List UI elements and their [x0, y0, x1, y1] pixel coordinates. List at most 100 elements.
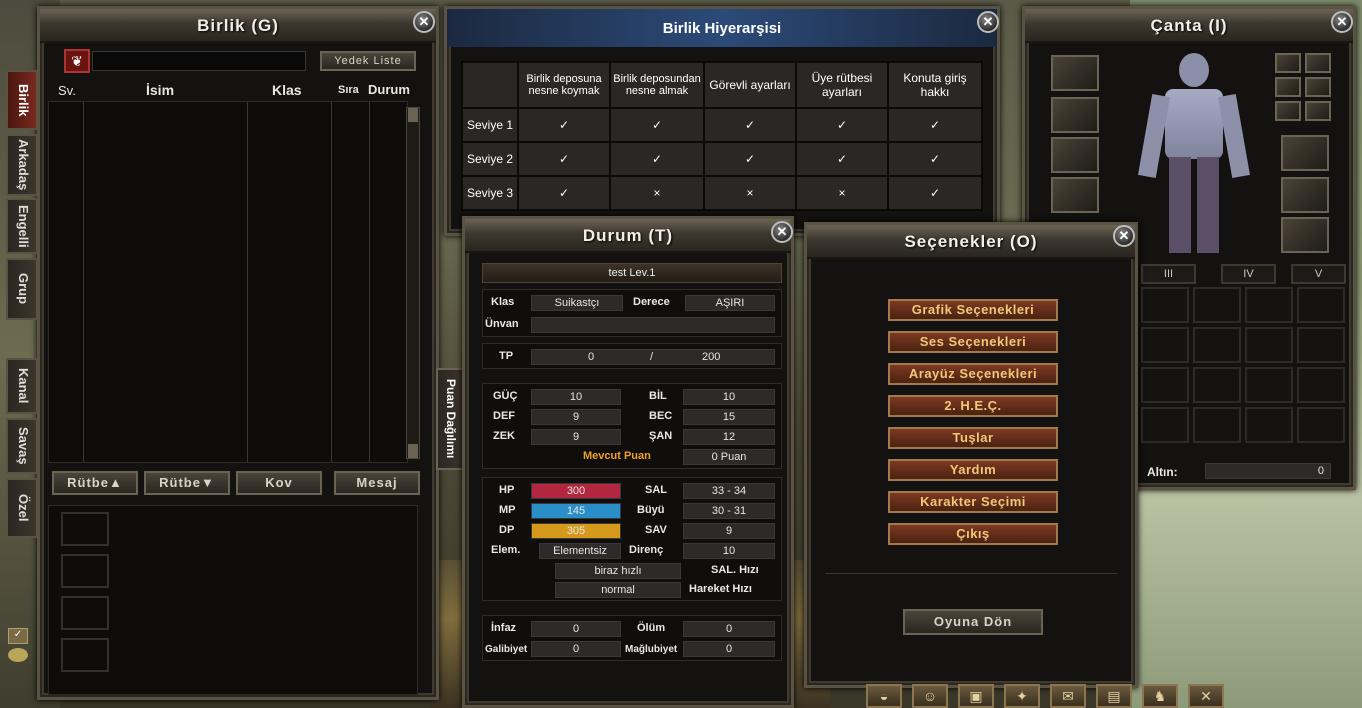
inventory-cell[interactable]: [1141, 367, 1189, 403]
inventory-tab-4[interactable]: IV: [1221, 264, 1276, 284]
inventory-cell[interactable]: [1245, 367, 1293, 403]
options-icon[interactable]: ✕: [1188, 684, 1224, 708]
inventory-cell[interactable]: [1193, 287, 1241, 323]
help-button[interactable]: Yardım: [888, 459, 1058, 481]
inventory-cell[interactable]: [1141, 287, 1189, 323]
member-list-scrollbar[interactable]: [406, 107, 420, 459]
permission-cell[interactable]: ✓: [887, 107, 983, 143]
return-to-game-button[interactable]: Oyuna Dön: [903, 609, 1043, 635]
permission-cell[interactable]: ✓: [887, 175, 983, 211]
options-window: Seçenekler (O) ✕ Grafik Seçenekleri Ses …: [804, 222, 1138, 688]
tab-kanal[interactable]: Kanal: [6, 358, 38, 414]
birlik-close-button[interactable]: ✕: [413, 11, 435, 33]
inventory-cell[interactable]: [1141, 327, 1189, 363]
message-button[interactable]: Mesaj: [334, 471, 420, 495]
exit-button[interactable]: Çıkış: [888, 523, 1058, 545]
keys-button[interactable]: Tuşlar: [888, 427, 1058, 449]
coin-icon[interactable]: [8, 648, 28, 662]
skills-icon[interactable]: ✦: [1004, 684, 1040, 708]
inventory-cell[interactable]: [1193, 327, 1241, 363]
inventory-cell[interactable]: [1245, 407, 1293, 443]
class-label: Klas: [491, 296, 515, 308]
inventory-title: Çanta (I): [1025, 9, 1353, 43]
inventory-close-button[interactable]: ✕: [1331, 11, 1353, 33]
permission-cell[interactable]: ✓: [703, 141, 797, 177]
inventory-cell[interactable]: [1193, 407, 1241, 443]
gloves-slot[interactable]: [1051, 177, 1099, 213]
helmet-slot[interactable]: [1051, 55, 1099, 91]
permission-cell[interactable]: ✓: [517, 141, 611, 177]
quest-icon[interactable]: ✉: [1050, 684, 1086, 708]
necklace-slot[interactable]: [1275, 77, 1301, 97]
permission-cell[interactable]: ×: [609, 175, 705, 211]
shield-slot[interactable]: [1281, 177, 1329, 213]
kills-label: İnfaz: [491, 622, 517, 634]
permission-cell[interactable]: ✓: [887, 141, 983, 177]
permission-cell[interactable]: ×: [703, 175, 797, 211]
permission-cell[interactable]: ✓: [609, 141, 705, 177]
hierarchy-header: Konuta giriş hakkı: [887, 61, 983, 109]
tab-arkadas[interactable]: Arkadaş: [6, 134, 38, 196]
checkmark-icon[interactable]: ✓: [8, 628, 28, 644]
interface-options-button[interactable]: Arayüz Seçenekleri: [888, 363, 1058, 385]
kick-button[interactable]: Kov: [236, 471, 322, 495]
inventory-cell[interactable]: [1297, 327, 1345, 363]
tab-savas[interactable]: Savaş: [6, 418, 38, 474]
hierarchy-close-button[interactable]: ✕: [977, 11, 999, 33]
inventory-cell[interactable]: [1245, 327, 1293, 363]
guild-emblem-icon[interactable]: ❦: [64, 49, 90, 73]
tab-birlik[interactable]: Birlik: [6, 70, 38, 130]
rank-down-button[interactable]: Rütbe▼: [144, 471, 230, 495]
status-window: Durum (T) ✕ test Lev.1 Klas Suikastçı De…: [462, 216, 794, 708]
status-close-button[interactable]: ✕: [771, 221, 793, 243]
character-select-button[interactable]: Karakter Seçimi: [888, 491, 1058, 513]
sound-options-button[interactable]: Ses Seçenekleri: [888, 331, 1058, 353]
options-close-button[interactable]: ✕: [1113, 225, 1135, 247]
detail-slot[interactable]: [61, 554, 109, 588]
scroll-down-arrow[interactable]: [408, 444, 418, 458]
shoulder-slot[interactable]: [1051, 97, 1099, 133]
scroll-up-arrow[interactable]: [408, 108, 418, 122]
permission-cell[interactable]: ✓: [609, 107, 705, 143]
graphics-options-button[interactable]: Grafik Seçenekleri: [888, 299, 1058, 321]
tab-ozel[interactable]: Özel: [6, 478, 38, 538]
hat-icon[interactable]: ◒: [866, 684, 902, 708]
inventory-cell[interactable]: [1141, 407, 1189, 443]
necklace-slot[interactable]: [1305, 77, 1331, 97]
earring-slot[interactable]: [1305, 53, 1331, 73]
inventory-cell[interactable]: [1297, 407, 1345, 443]
weapon-slot[interactable]: [1281, 135, 1329, 171]
permission-cell[interactable]: ✓: [703, 107, 797, 143]
chest-slot[interactable]: [1051, 137, 1099, 173]
permission-cell[interactable]: ✓: [517, 107, 611, 143]
inventory-cell[interactable]: [1297, 287, 1345, 323]
bag-icon[interactable]: ▣: [958, 684, 994, 708]
member-list[interactable]: [48, 101, 408, 463]
second-hec-button[interactable]: 2. H.E.Ç.: [888, 395, 1058, 417]
tab-grup[interactable]: Grup: [6, 258, 38, 320]
earring-slot[interactable]: [1275, 53, 1301, 73]
cape-slot[interactable]: [1281, 217, 1329, 253]
inventory-cell[interactable]: [1245, 287, 1293, 323]
permission-cell[interactable]: ×: [795, 175, 889, 211]
tab-engelli[interactable]: Engelli: [6, 198, 38, 254]
rank-up-button[interactable]: Rütbe▲: [52, 471, 138, 495]
hierarchy-row: Seviye 3 ✓ × × × ✓: [461, 175, 983, 211]
book-icon[interactable]: ▤: [1096, 684, 1132, 708]
ring-slot[interactable]: [1305, 101, 1331, 121]
reserve-list-button[interactable]: Yedek Liste: [320, 51, 416, 71]
permission-cell[interactable]: ✓: [795, 141, 889, 177]
inventory-cell[interactable]: [1297, 367, 1345, 403]
inventory-tab-5[interactable]: V: [1291, 264, 1346, 284]
guild-icon[interactable]: ♞: [1142, 684, 1178, 708]
hierarchy-title: Birlik Hiyerarşisi: [447, 9, 997, 47]
inventory-cell[interactable]: [1193, 367, 1241, 403]
permission-cell[interactable]: ✓: [795, 107, 889, 143]
inventory-tab-3[interactable]: III: [1141, 264, 1196, 284]
character-icon[interactable]: ☺: [912, 684, 948, 708]
ring-slot[interactable]: [1275, 101, 1301, 121]
detail-slot[interactable]: [61, 512, 109, 546]
permission-cell[interactable]: ✓: [517, 175, 611, 211]
detail-slot[interactable]: [61, 638, 109, 672]
detail-slot[interactable]: [61, 596, 109, 630]
